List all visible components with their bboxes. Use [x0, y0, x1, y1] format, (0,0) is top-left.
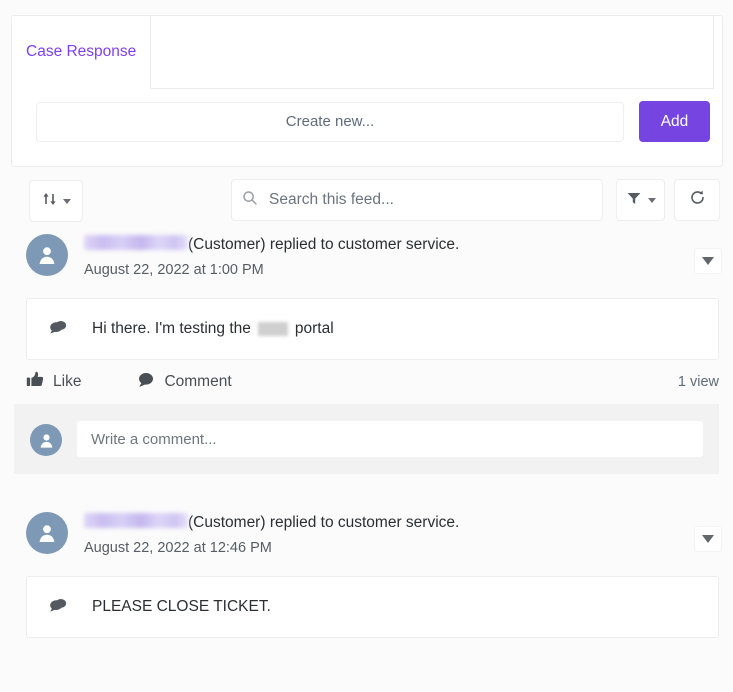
chevron-down-icon [647, 197, 656, 203]
post-author-suffix: (Customer) replied to customer service. [188, 236, 460, 253]
comment-composer [14, 404, 719, 474]
refresh-button[interactable] [674, 179, 720, 221]
like-label: Like [53, 373, 82, 390]
post-meta: (Customer) replied to customer service. … [84, 232, 459, 281]
chevron-down-icon [702, 535, 714, 543]
post-text-prefix: PLEASE CLOSE TICKET. [92, 598, 271, 615]
redacted-text-block [257, 322, 288, 336]
speech-bubbles-icon [49, 597, 68, 618]
post-menu-button[interactable] [694, 526, 722, 552]
feed-list: (Customer) replied to customer service. … [0, 232, 733, 638]
speech-bubbles-icon [49, 319, 68, 340]
post-separator [0, 474, 733, 510]
filter-funnel-icon [626, 190, 642, 211]
sort-button[interactable] [29, 180, 83, 222]
filter-button[interactable] [616, 179, 665, 221]
post-meta: (Customer) replied to customer service. … [84, 510, 459, 559]
write-comment-input[interactable] [77, 421, 703, 457]
post-text-prefix: Hi there. I'm testing the [92, 320, 251, 337]
search-box[interactable] [231, 179, 603, 221]
comment-label: Comment [164, 373, 232, 390]
user-avatar-icon [26, 234, 68, 276]
thumbs-up-icon [26, 371, 44, 393]
view-count: 1 view [677, 374, 719, 390]
tab-case-response-label: Case Response [26, 43, 137, 60]
post-menu-button[interactable] [694, 248, 722, 274]
feed-page: Case Response Add [0, 0, 733, 692]
post-header: (Customer) replied to customer service. … [0, 510, 733, 568]
post-text: PLEASE CLOSE TICKET. [92, 598, 271, 616]
search-input[interactable] [267, 190, 592, 210]
redacted-author-name [84, 235, 188, 250]
chevron-down-icon [702, 257, 714, 265]
chevron-down-icon [62, 198, 71, 204]
search-icon [242, 190, 258, 211]
post-author-line: (Customer) replied to customer service. [84, 512, 459, 533]
post-text: Hi there. I'm testing the portal [92, 320, 334, 338]
feed-post: (Customer) replied to customer service. … [0, 232, 733, 474]
tab-empty-region [151, 16, 715, 89]
speech-bubble-icon [137, 371, 155, 393]
post-actions: Like Comment 1 view [0, 360, 733, 404]
like-button[interactable]: Like [26, 371, 81, 393]
post-author-line: (Customer) replied to customer service. [84, 234, 459, 255]
add-button[interactable]: Add [639, 101, 710, 142]
feed-toolbar [11, 179, 723, 223]
toolbar-right-group [616, 179, 720, 221]
tab-case-response[interactable]: Case Response [12, 16, 152, 89]
comment-button[interactable]: Comment [137, 371, 232, 393]
post-author-suffix: (Customer) replied to customer service. [188, 514, 460, 531]
feed-post: (Customer) replied to customer service. … [0, 510, 733, 638]
post-timestamp: August 22, 2022 at 12:46 PM [84, 540, 272, 556]
user-avatar-icon [26, 512, 68, 554]
post-timestamp: August 22, 2022 at 1:00 PM [84, 262, 264, 278]
post-body: Hi there. I'm testing the portal [26, 298, 719, 360]
tab-bar-tail [714, 16, 722, 89]
post-header: (Customer) replied to customer service. … [0, 232, 733, 290]
post-text-suffix: portal [294, 320, 334, 337]
post-body: PLEASE CLOSE TICKET. [26, 576, 719, 638]
case-response-card: Case Response Add [11, 15, 723, 167]
sort-arrows-icon [42, 191, 57, 212]
tab-bar: Case Response [12, 16, 722, 89]
create-new-input[interactable] [36, 101, 624, 142]
redacted-author-name [84, 513, 188, 528]
create-row: Add [12, 89, 722, 142]
user-avatar-icon [30, 424, 62, 456]
refresh-icon [689, 189, 706, 211]
